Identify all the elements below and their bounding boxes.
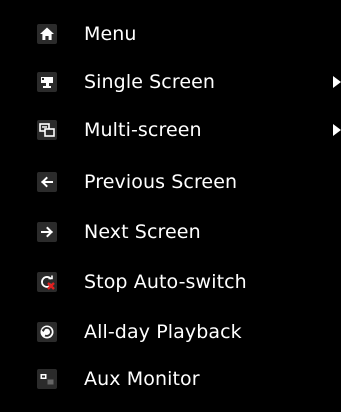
menu-item-label: Next Screen [84, 221, 201, 243]
menu-item-label: Previous Screen [84, 171, 238, 193]
arrow-left-icon [37, 172, 57, 192]
menu-item-label: Menu [84, 23, 137, 45]
menu-item-single-screen[interactable]: Single Screen [0, 64, 341, 100]
menu-item-stop-auto-switch[interactable]: Stop Auto-switch [0, 264, 341, 300]
submenu-arrow-icon [333, 124, 341, 136]
menu-item-label: All-day Playback [84, 321, 242, 343]
submenu-arrow-icon [333, 76, 341, 88]
menu-item-all-day-playback[interactable]: All-day Playback [0, 314, 341, 350]
multi-screen-icon [37, 120, 57, 140]
home-icon [37, 24, 57, 44]
menu-item-multi-screen[interactable]: Multi-screen [0, 112, 341, 148]
stop-auto-switch-icon [37, 272, 57, 292]
menu-item-next-screen[interactable]: Next Screen [0, 214, 341, 250]
context-menu: Menu Single Screen Multi-screen Previous… [0, 0, 341, 412]
menu-item-label: Aux Monitor [84, 368, 200, 390]
playback-icon [37, 322, 57, 342]
menu-item-aux-monitor[interactable]: Aux Monitor [0, 361, 341, 397]
arrow-right-icon [37, 222, 57, 242]
menu-item-label: Multi-screen [84, 119, 202, 141]
aux-monitor-icon [37, 369, 57, 389]
menu-item-previous-screen[interactable]: Previous Screen [0, 164, 341, 200]
menu-item-label: Stop Auto-switch [84, 271, 247, 293]
menu-item-label: Single Screen [84, 71, 216, 93]
single-screen-icon [37, 72, 57, 92]
menu-item-menu[interactable]: Menu [0, 16, 341, 52]
